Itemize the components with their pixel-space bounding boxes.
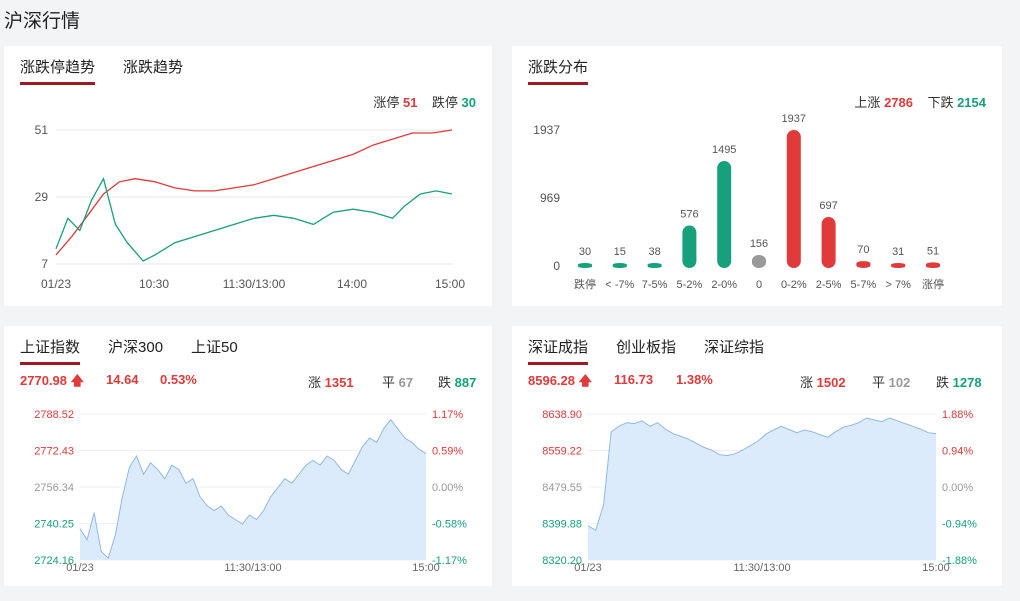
y-tick-label: 969 [540,191,560,205]
distribution-chart: 1937 969 0 30 跌停 15 < -7% 38 7-5% 576 5-2% 1495 2-0%… [533,113,944,291]
y-tick-label-left: 2772.43 [34,446,74,458]
y-tick-label-left: 2788.52 [34,409,74,421]
bar-value-label: 51 [927,245,939,257]
x-tick-label: 11:30/13:00 [224,562,281,574]
distribution-panel: 涨跌分布 上涨 2786 下跌 2154 1937 969 0 30 跌停 15 < -7%… [512,46,1002,306]
bar [717,161,732,268]
x-category-label: 跌停 [574,277,596,291]
x-tick-label: 15:00 [435,277,465,291]
y-tick-label-left: 8559.22 [542,446,582,458]
y-tick-label-left: 2740.25 [34,519,74,531]
bar [926,262,940,268]
x-category-label: 2-0% [711,279,737,291]
y-tick-label-left: 2756.34 [34,482,74,494]
bar-value-label: 70 [857,244,869,256]
x-category-label: 7-5% [642,279,668,291]
y-tick-label-right: 1.88% [942,409,973,421]
x-tick-label: 01/23 [574,562,602,574]
limit-up-line [55,129,453,256]
x-category-label: > 7% [886,279,912,291]
sh-index-panel: 上证指数 沪深300 上证50 2770.98 🡅 14.64 0.53% 涨 … [4,326,492,586]
bar-value-label: 15 [614,246,626,258]
y-tick-label-right: 1.17% [432,409,463,421]
sz-index-panel: 深证成指 创业板指 深证综指 8596.28 🡅 116.73 1.38% 涨 … [512,326,1002,586]
x-category-label: 0 [756,279,762,291]
bar [891,263,906,268]
bar [821,217,836,268]
limit-trend-chart: 51 29 7 01/23 10:30 11:30/13:00 14:00 15:00 [35,123,466,291]
x-category-label: 2-5% [816,279,842,291]
y-tick-label: 7 [41,257,48,271]
y-tick-label: 51 [35,123,49,137]
x-tick-label: 11:30/13:00 [733,562,790,574]
x-tick-label: 01/23 [41,277,71,291]
bar-value-label: 30 [579,246,591,258]
limit-down-line [55,176,453,262]
bar-value-label: 156 [750,238,768,250]
bar-value-label: 31 [892,246,904,258]
y-tick-label-right: 0.00% [432,482,463,494]
y-tick-label-right: -0.58% [432,519,467,531]
bar-value-label: 1937 [782,113,806,125]
x-tick-label: 01/23 [66,562,94,574]
page-title: 沪深行情 [4,11,81,32]
x-tick-label: 15:00 [922,562,950,574]
x-category-label: 0-2% [781,279,807,291]
y-tick-label-right: 0.59% [432,446,463,458]
x-tick-label: 14:00 [337,277,367,291]
y-tick-label: 0 [553,259,560,273]
bar-value-label: 576 [680,209,698,221]
y-tick-label: 1937 [533,123,560,137]
bar [752,255,766,268]
bar [682,225,697,268]
y-tick-label-left: 8399.88 [542,519,582,531]
x-tick-label: 10:30 [139,277,169,291]
x-category-label: 5-7% [851,279,877,291]
y-tick-label-right: 0.94% [942,446,973,458]
sz-index-chart: 8638.908559.228479.558399.888320.201.88%… [542,409,977,574]
x-category-label: < -7% [605,279,634,291]
price-area [588,418,936,560]
x-tick-label: 15:00 [412,562,440,574]
y-tick-label-left: 8479.55 [542,482,582,494]
limit-trend-panel: 涨跌停趋势 涨跌趋势 涨停 51 跌停 30 51 29 7 01/23 10:30 11… [4,46,492,306]
bar [647,263,662,268]
bar-value-label: 38 [648,246,660,258]
y-tick-label: 29 [35,190,49,204]
y-tick-label-left: 8638.90 [542,409,582,421]
bar [612,263,627,268]
x-tick-label: 11:30/13:00 [223,277,286,291]
y-tick-label-right: -0.94% [942,519,977,531]
bar [786,130,801,268]
bar-value-label: 1495 [712,144,736,156]
x-category-label: 涨停 [922,277,944,291]
sh-index-chart: 2788.522772.432756.342740.252724.161.17%… [34,409,467,574]
y-tick-label-right: 0.00% [942,482,973,494]
bar [856,261,871,268]
bar [578,263,592,268]
x-category-label: 5-2% [677,279,703,291]
bar-value-label: 697 [819,200,837,212]
